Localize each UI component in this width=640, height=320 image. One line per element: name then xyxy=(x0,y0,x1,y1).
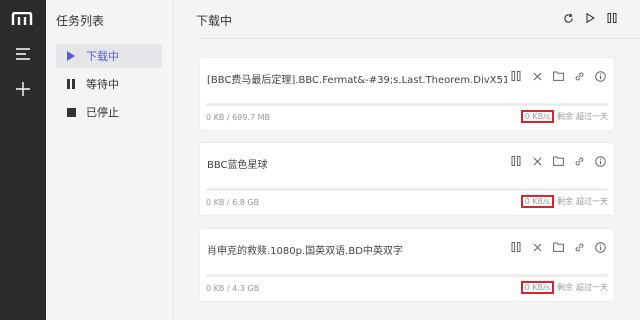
close-icon[interactable] xyxy=(529,68,545,84)
task-card[interactable]: [BBC费马最后定理].BBC.Fermat&-#39;s.Last.Theor… xyxy=(199,57,615,131)
header-divider xyxy=(196,38,640,39)
info-icon[interactable] xyxy=(592,239,608,255)
task-status: 0 KB/s 剩余 超过一天 xyxy=(520,110,608,123)
refresh-icon[interactable] xyxy=(560,10,576,26)
pause-icon[interactable] xyxy=(508,68,524,84)
task-name: [BBC费马最后定理].BBC.Fermat&-#39;s.Last.Theor… xyxy=(207,75,507,86)
info-icon[interactable] xyxy=(592,153,608,169)
app-logo xyxy=(11,12,33,25)
task-actions xyxy=(508,68,608,84)
pause-all-icon[interactable] xyxy=(604,10,620,26)
remaining-time: 超过一天 xyxy=(576,112,608,121)
sidebar-item-label: 下载中 xyxy=(86,50,119,63)
remaining-time: 超过一天 xyxy=(576,197,608,206)
app-rail xyxy=(0,0,46,320)
task-size: 0 KB / 699.7 MB xyxy=(206,113,270,122)
task-name: 肖申克的救赎.1080p.国英双语.BD中英双字 xyxy=(207,246,403,257)
progress-bar xyxy=(206,188,608,191)
info-icon[interactable] xyxy=(592,68,608,84)
task-size: 0 KB / 6.8 GB xyxy=(206,198,260,207)
close-icon[interactable] xyxy=(529,239,545,255)
task-status: 0 KB/s 剩余 超过一天 xyxy=(520,281,608,294)
sidebar-item-waiting[interactable]: 等待中 xyxy=(56,72,162,96)
progress-bar xyxy=(206,274,608,277)
remaining-label: 剩余 xyxy=(557,283,573,292)
folder-icon[interactable] xyxy=(550,68,566,84)
pause-icon xyxy=(64,77,78,91)
add-task-icon[interactable] xyxy=(12,78,34,100)
page-title: 下载中 xyxy=(196,14,233,28)
progress-bar xyxy=(206,103,608,106)
task-sidebar: 任务列表 下载中 等待中 已停止 xyxy=(46,0,174,320)
link-icon[interactable] xyxy=(571,239,587,255)
task-size: 0 KB / 4.3 GB xyxy=(206,284,260,293)
link-icon[interactable] xyxy=(571,68,587,84)
sidebar-item-label: 已停止 xyxy=(86,106,119,119)
sidebar-item-downloading[interactable]: 下载中 xyxy=(56,44,162,68)
task-actions xyxy=(508,153,608,169)
pause-icon[interactable] xyxy=(508,153,524,169)
main-panel: 下载中 [BBC费马最后定理].BBC.Fermat&-#39;s.Last.T… xyxy=(174,0,640,320)
remaining-time: 超过一天 xyxy=(576,283,608,292)
sidebar-item-stopped[interactable]: 已停止 xyxy=(56,100,162,124)
task-name: BBC蓝色星球 xyxy=(207,160,268,171)
link-icon[interactable] xyxy=(571,153,587,169)
pause-icon[interactable] xyxy=(508,239,524,255)
start-all-icon[interactable] xyxy=(582,10,598,26)
task-actions xyxy=(508,239,608,255)
sidebar-title: 任务列表 xyxy=(56,14,105,28)
remaining-label: 剩余 xyxy=(557,112,573,121)
folder-icon[interactable] xyxy=(550,153,566,169)
download-speed: 0 KB/s xyxy=(520,281,554,294)
remaining-label: 剩余 xyxy=(557,197,573,206)
close-icon[interactable] xyxy=(529,153,545,169)
play-icon xyxy=(64,49,78,63)
download-speed: 0 KB/s xyxy=(520,195,554,208)
task-card[interactable]: 肖申克的救赎.1080p.国英双语.BD中英双字 0 KB / 4.3 GB 0… xyxy=(199,228,615,302)
folder-icon[interactable] xyxy=(550,239,566,255)
task-card[interactable]: BBC蓝色星球 0 KB / 6.8 GB 0 KB/s 剩余 超过一天 xyxy=(199,142,615,216)
task-status: 0 KB/s 剩余 超过一天 xyxy=(520,195,608,208)
menu-icon[interactable] xyxy=(12,43,34,65)
sidebar-item-label: 等待中 xyxy=(86,78,119,91)
download-speed: 0 KB/s xyxy=(520,110,554,123)
stop-icon xyxy=(64,105,78,119)
